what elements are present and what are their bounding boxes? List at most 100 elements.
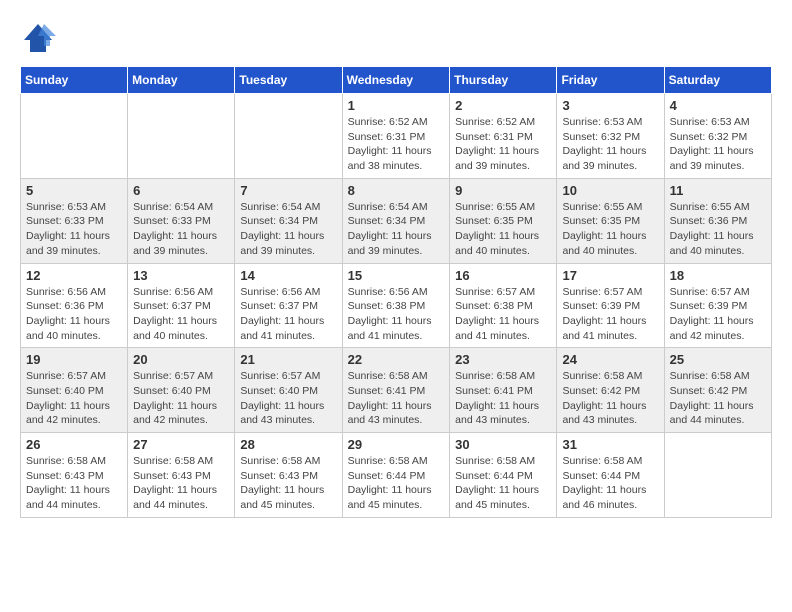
day-number: 5	[26, 183, 122, 198]
calendar-cell: 13 Sunrise: 6:56 AM Sunset: 6:37 PM Dayli…	[128, 263, 235, 348]
day-info: Sunrise: 6:54 AM Sunset: 6:33 PM Dayligh…	[133, 200, 229, 259]
calendar-cell: 18Sunrise: 6:57 AM Sunset: 6:39 PM Dayli…	[664, 263, 771, 348]
calendar-header-saturday: Saturday	[664, 67, 771, 94]
day-number: 7	[240, 183, 336, 198]
logo	[20, 20, 60, 56]
calendar-cell	[21, 94, 128, 179]
calendar-cell: 21 Sunrise: 6:57 AM Sunset: 6:40 PM Dayli…	[235, 348, 342, 433]
calendar-cell: 5Sunrise: 6:53 AM Sunset: 6:33 PM Daylig…	[21, 178, 128, 263]
day-info: Sunrise: 6:58 AM Sunset: 6:43 PM Dayligh…	[133, 454, 229, 513]
day-info: Sunrise: 6:58 AM Sunset: 6:42 PM Dayligh…	[562, 369, 658, 428]
day-info: Sunrise: 6:57 AM Sunset: 6:39 PM Dayligh…	[562, 285, 658, 344]
calendar-cell: 16 Sunrise: 6:57 AM Sunset: 6:38 PM Dayli…	[450, 263, 557, 348]
day-number: 29	[348, 437, 445, 452]
day-number: 26	[26, 437, 122, 452]
day-info: Sunrise: 6:55 AM Sunset: 6:35 PM Dayligh…	[455, 200, 551, 259]
day-number: 3	[562, 98, 658, 113]
calendar-cell: 19Sunrise: 6:57 AM Sunset: 6:40 PM Dayli…	[21, 348, 128, 433]
calendar-cell: 1 Sunrise: 6:52 AM Sunset: 6:31 PM Daylig…	[342, 94, 450, 179]
page-header	[20, 20, 772, 56]
calendar-cell: 3 Sunrise: 6:53 AM Sunset: 6:32 PM Daylig…	[557, 94, 664, 179]
day-info: Sunrise: 6:56 AM Sunset: 6:38 PM Dayligh…	[348, 285, 445, 344]
day-info: Sunrise: 6:57 AM Sunset: 6:40 PM Dayligh…	[240, 369, 336, 428]
day-info: Sunrise: 6:56 AM Sunset: 6:36 PM Dayligh…	[26, 285, 122, 344]
day-info: Sunrise: 6:57 AM Sunset: 6:39 PM Dayligh…	[670, 285, 766, 344]
calendar-header-sunday: Sunday	[21, 67, 128, 94]
calendar-header-friday: Friday	[557, 67, 664, 94]
calendar-cell: 29Sunrise: 6:58 AM Sunset: 6:44 PM Dayli…	[342, 433, 450, 518]
day-number: 20	[133, 352, 229, 367]
day-info: Sunrise: 6:53 AM Sunset: 6:32 PM Dayligh…	[670, 115, 766, 174]
day-number: 21	[240, 352, 336, 367]
calendar-table: SundayMondayTuesdayWednesdayThursdayFrid…	[20, 66, 772, 518]
calendar-cell: 14Sunrise: 6:56 AM Sunset: 6:37 PM Dayli…	[235, 263, 342, 348]
day-info: Sunrise: 6:53 AM Sunset: 6:32 PM Dayligh…	[562, 115, 658, 174]
day-number: 16	[455, 268, 551, 283]
day-number: 8	[348, 183, 445, 198]
day-number: 22	[348, 352, 445, 367]
calendar-cell: 23Sunrise: 6:58 AM Sunset: 6:41 PM Dayli…	[450, 348, 557, 433]
day-number: 6	[133, 183, 229, 198]
calendar-week-4: 19Sunrise: 6:57 AM Sunset: 6:40 PM Dayli…	[21, 348, 772, 433]
day-info: Sunrise: 6:58 AM Sunset: 6:44 PM Dayligh…	[455, 454, 551, 513]
calendar-cell: 7 Sunrise: 6:54 AM Sunset: 6:34 PM Daylig…	[235, 178, 342, 263]
day-info: Sunrise: 6:57 AM Sunset: 6:38 PM Dayligh…	[455, 285, 551, 344]
day-number: 9	[455, 183, 551, 198]
day-number: 30	[455, 437, 551, 452]
day-info: Sunrise: 6:58 AM Sunset: 6:42 PM Dayligh…	[670, 369, 766, 428]
calendar-cell: 26 Sunrise: 6:58 AM Sunset: 6:43 PM Dayli…	[21, 433, 128, 518]
calendar-cell: 12 Sunrise: 6:56 AM Sunset: 6:36 PM Dayli…	[21, 263, 128, 348]
calendar-cell: 4 Sunrise: 6:53 AM Sunset: 6:32 PM Daylig…	[664, 94, 771, 179]
day-number: 2	[455, 98, 551, 113]
calendar-cell: 31Sunrise: 6:58 AM Sunset: 6:44 PM Dayli…	[557, 433, 664, 518]
day-number: 28	[240, 437, 336, 452]
calendar-cell	[664, 433, 771, 518]
day-number: 12	[26, 268, 122, 283]
calendar-week-1: 1 Sunrise: 6:52 AM Sunset: 6:31 PM Daylig…	[21, 94, 772, 179]
day-info: Sunrise: 6:52 AM Sunset: 6:31 PM Dayligh…	[348, 115, 445, 174]
day-info: Sunrise: 6:58 AM Sunset: 6:43 PM Dayligh…	[26, 454, 122, 513]
day-number: 10	[562, 183, 658, 198]
calendar-header-tuesday: Tuesday	[235, 67, 342, 94]
day-info: Sunrise: 6:57 AM Sunset: 6:40 PM Dayligh…	[26, 369, 122, 428]
day-number: 17	[562, 268, 658, 283]
calendar-cell: 27 Sunrise: 6:58 AM Sunset: 6:43 PM Dayli…	[128, 433, 235, 518]
day-number: 27	[133, 437, 229, 452]
calendar-header-thursday: Thursday	[450, 67, 557, 94]
day-info: Sunrise: 6:58 AM Sunset: 6:41 PM Dayligh…	[455, 369, 551, 428]
day-info: Sunrise: 6:52 AM Sunset: 6:31 PM Dayligh…	[455, 115, 551, 174]
day-info: Sunrise: 6:58 AM Sunset: 6:41 PM Dayligh…	[348, 369, 445, 428]
calendar-cell: 15 Sunrise: 6:56 AM Sunset: 6:38 PM Dayli…	[342, 263, 450, 348]
calendar-cell: 24 Sunrise: 6:58 AM Sunset: 6:42 PM Dayli…	[557, 348, 664, 433]
day-number: 15	[348, 268, 445, 283]
calendar-header-wednesday: Wednesday	[342, 67, 450, 94]
day-number: 13	[133, 268, 229, 283]
day-info: Sunrise: 6:58 AM Sunset: 6:44 PM Dayligh…	[562, 454, 658, 513]
day-info: Sunrise: 6:58 AM Sunset: 6:43 PM Dayligh…	[240, 454, 336, 513]
calendar-cell: 20 Sunrise: 6:57 AM Sunset: 6:40 PM Dayli…	[128, 348, 235, 433]
calendar-cell: 10Sunrise: 6:55 AM Sunset: 6:35 PM Dayli…	[557, 178, 664, 263]
day-number: 25	[670, 352, 766, 367]
day-info: Sunrise: 6:57 AM Sunset: 6:40 PM Dayligh…	[133, 369, 229, 428]
calendar-cell: 2 Sunrise: 6:52 AM Sunset: 6:31 PM Daylig…	[450, 94, 557, 179]
logo-icon	[20, 20, 56, 56]
calendar-cell: 6 Sunrise: 6:54 AM Sunset: 6:33 PM Daylig…	[128, 178, 235, 263]
calendar-header-monday: Monday	[128, 67, 235, 94]
day-info: Sunrise: 6:56 AM Sunset: 6:37 PM Dayligh…	[133, 285, 229, 344]
calendar-cell: 9 Sunrise: 6:55 AM Sunset: 6:35 PM Daylig…	[450, 178, 557, 263]
day-info: Sunrise: 6:54 AM Sunset: 6:34 PM Dayligh…	[240, 200, 336, 259]
calendar-cell	[235, 94, 342, 179]
calendar-header-row: SundayMondayTuesdayWednesdayThursdayFrid…	[21, 67, 772, 94]
day-number: 24	[562, 352, 658, 367]
day-number: 4	[670, 98, 766, 113]
calendar-cell: 11 Sunrise: 6:55 AM Sunset: 6:36 PM Dayli…	[664, 178, 771, 263]
calendar-week-2: 5Sunrise: 6:53 AM Sunset: 6:33 PM Daylig…	[21, 178, 772, 263]
calendar-cell: 30 Sunrise: 6:58 AM Sunset: 6:44 PM Dayli…	[450, 433, 557, 518]
calendar-cell	[128, 94, 235, 179]
day-number: 11	[670, 183, 766, 198]
day-info: Sunrise: 6:55 AM Sunset: 6:36 PM Dayligh…	[670, 200, 766, 259]
calendar-cell: 8Sunrise: 6:54 AM Sunset: 6:34 PM Daylig…	[342, 178, 450, 263]
calendar-cell: 28 Sunrise: 6:58 AM Sunset: 6:43 PM Dayli…	[235, 433, 342, 518]
day-info: Sunrise: 6:56 AM Sunset: 6:37 PM Dayligh…	[240, 285, 336, 344]
day-number: 1	[348, 98, 445, 113]
